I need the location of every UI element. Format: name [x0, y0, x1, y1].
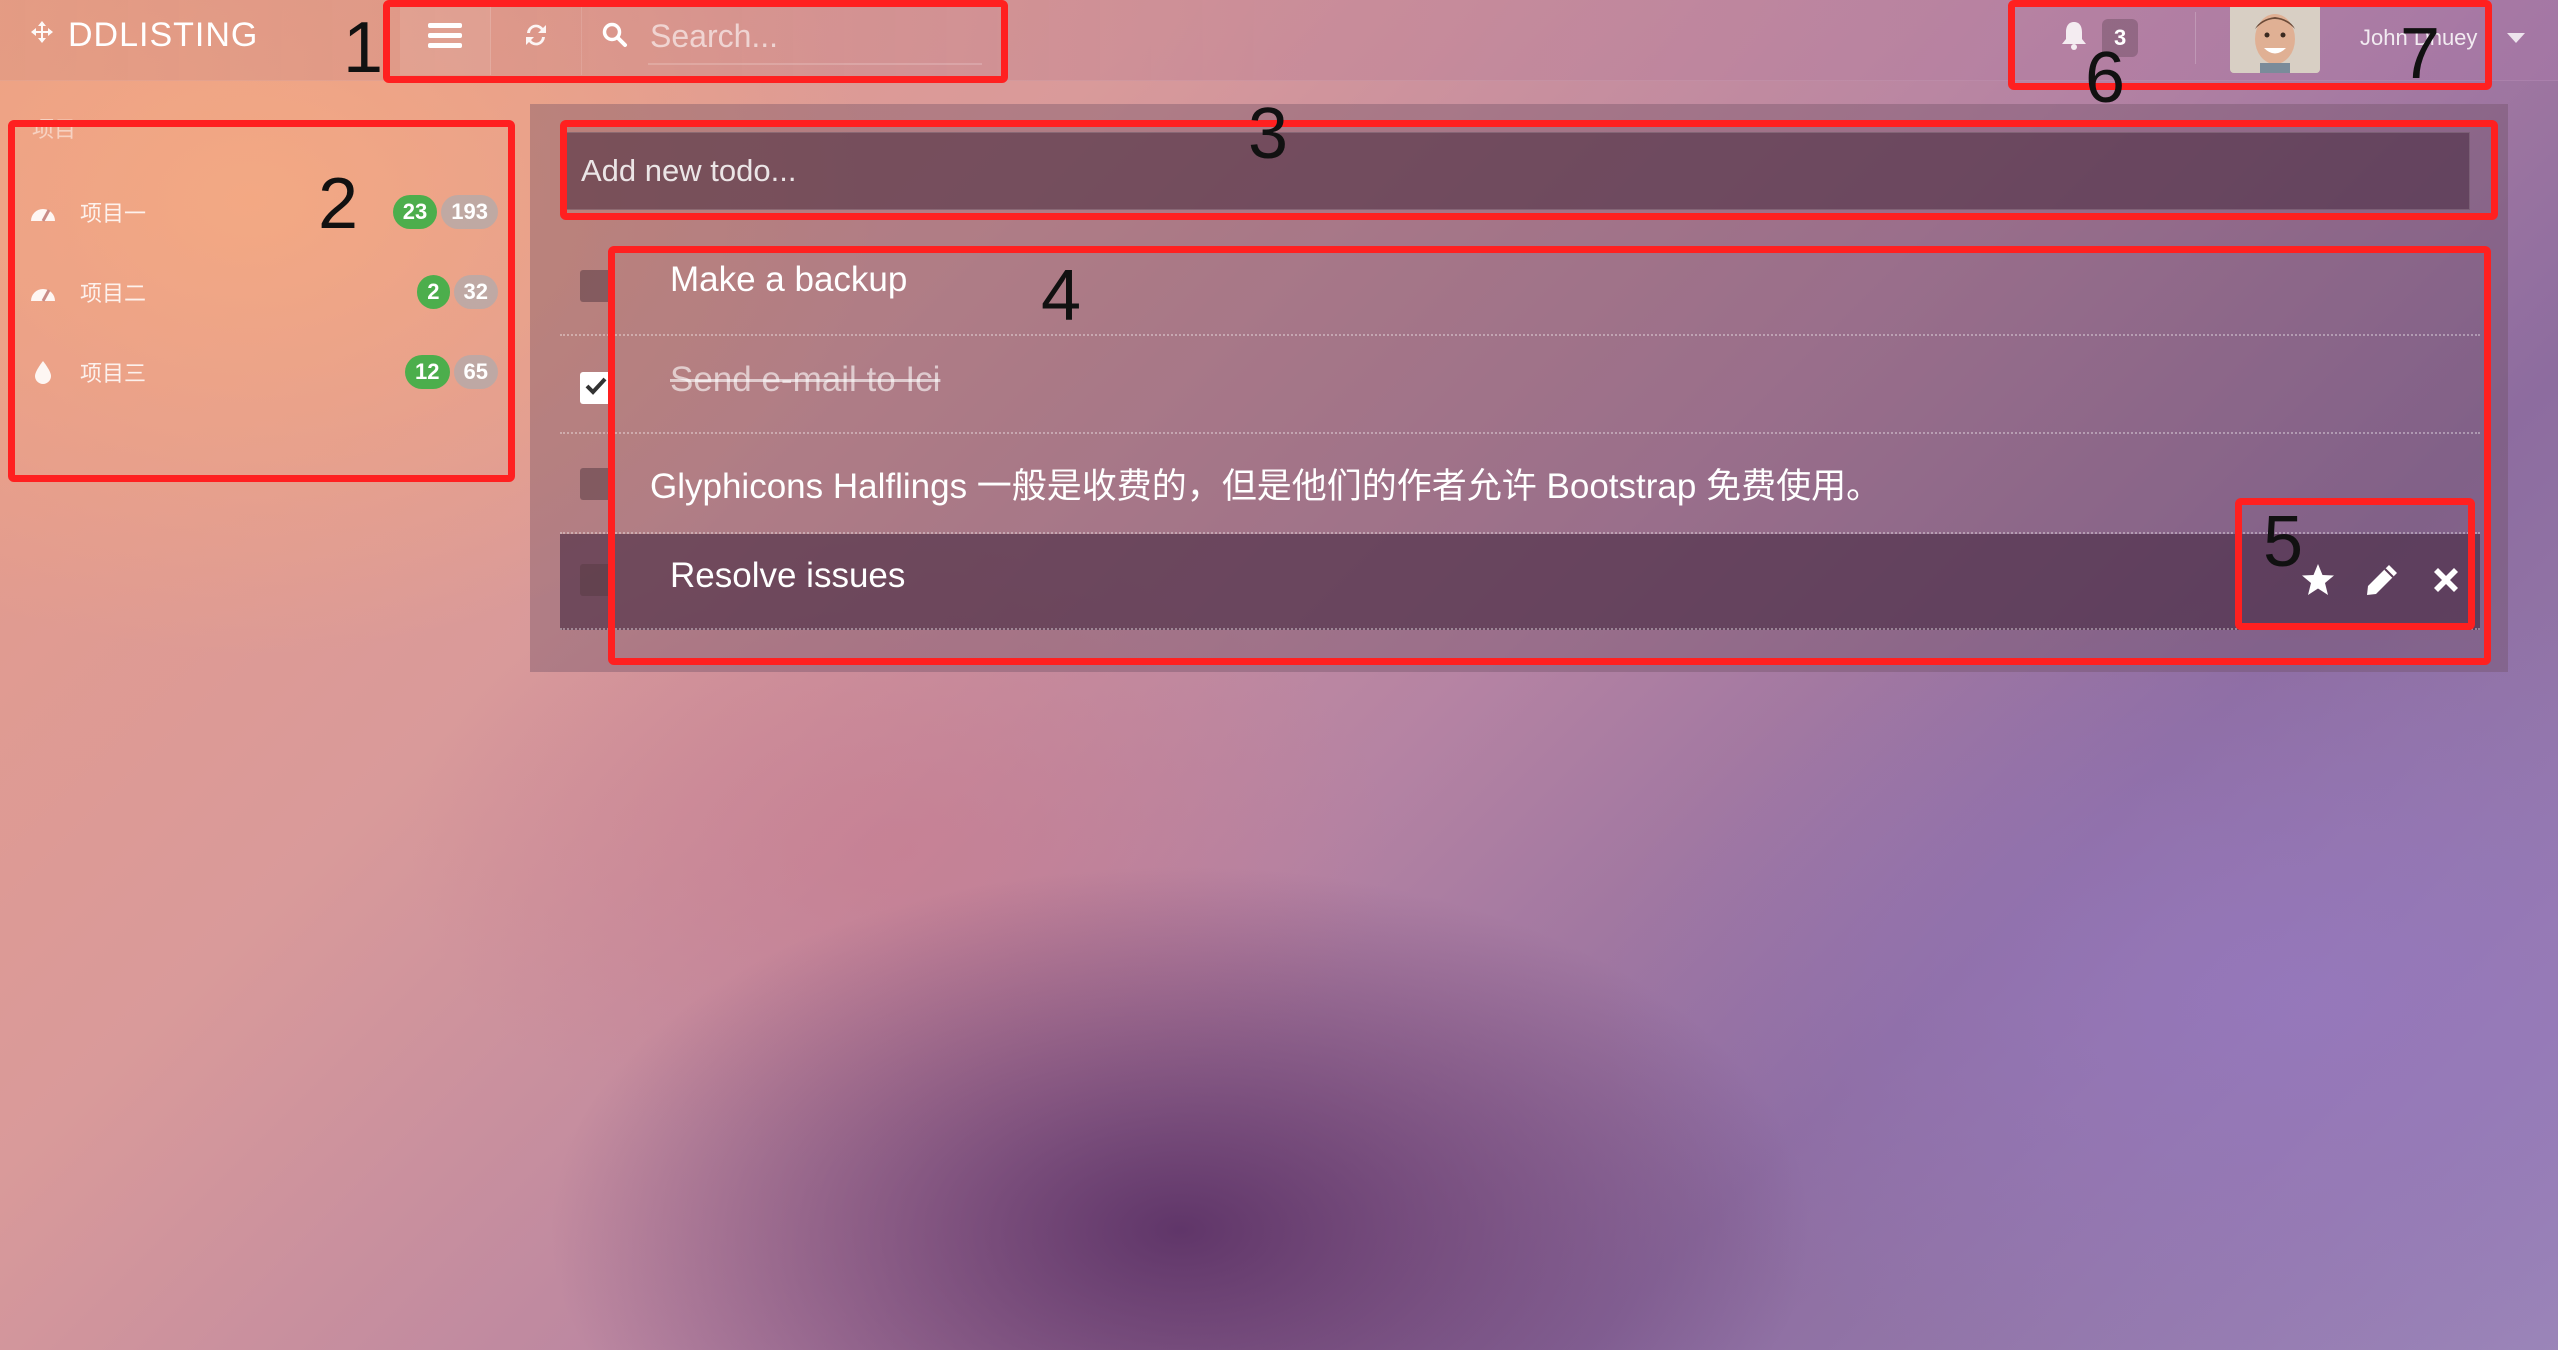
brand[interactable]: DDLISTING: [30, 0, 258, 70]
annotation-number-7: 7: [2400, 14, 2441, 94]
checkmark-icon: [585, 377, 607, 400]
brand-name: DDLISTING: [68, 15, 259, 54]
annotation-number-6: 6: [2085, 38, 2126, 118]
annotation-box-2: [8, 120, 515, 482]
chevron-down-icon: [2507, 32, 2526, 43]
annotation-box-3: [560, 120, 2498, 220]
annotation-box-4: [608, 246, 2491, 665]
annotation-box-1: [383, 0, 1008, 83]
annotation-number-3: 3: [1248, 94, 1289, 174]
annotation-number-5: 5: [2263, 502, 2304, 582]
annotation-number-4: 4: [1041, 256, 1082, 336]
move-icon: [30, 19, 54, 51]
annotation-number-2: 2: [318, 164, 359, 244]
annotation-number-1: 1: [343, 8, 384, 88]
